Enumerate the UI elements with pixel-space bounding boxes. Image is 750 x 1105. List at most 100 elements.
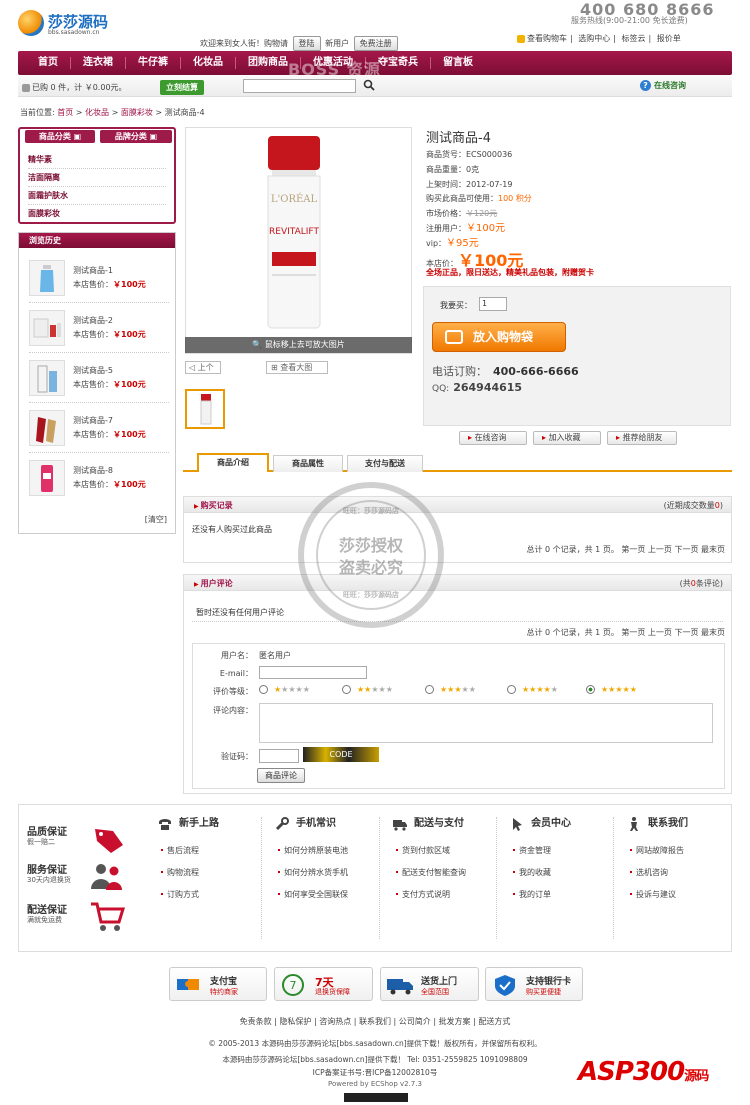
captcha-image[interactable]: CODE: [303, 747, 379, 762]
search-icon[interactable]: [363, 79, 375, 91]
purchase-pager[interactable]: 总计 0 个记录，共 1 页。 第一页 上一页 下一页 最末页: [526, 544, 725, 555]
favorite-button[interactable]: ▸ 加入收藏: [533, 431, 601, 445]
footer-link[interactable]: 订购方式: [157, 889, 267, 911]
email-field[interactable]: [259, 666, 367, 679]
shop-center-link[interactable]: 选购中心: [578, 34, 610, 43]
clear-history-link[interactable]: [清空]: [145, 514, 167, 525]
welcome-bar: 欢迎来到女人街！购物请 登陆 新用户 免费注册: [200, 36, 400, 51]
history-item-name[interactable]: 测试商品-7: [73, 415, 113, 426]
comment-textarea[interactable]: [259, 703, 713, 743]
history-item-name[interactable]: 测试商品-5: [73, 365, 113, 376]
rating-option-2[interactable]: ★★★★★: [342, 685, 393, 694]
rating-option-3[interactable]: ★★★★★: [425, 685, 476, 694]
history-item[interactable]: 测试商品-7 本店售价：￥100元: [29, 407, 169, 453]
footer-link[interactable]: 支付方式说明: [392, 889, 502, 911]
footer-link[interactable]: 我的订单: [509, 889, 619, 911]
site-logo[interactable]: 莎莎源码 bbs.sasadown.cn: [18, 8, 128, 40]
history-item[interactable]: 测试商品-5 本店售价：￥100元: [29, 357, 169, 403]
product-thumbnail[interactable]: [29, 260, 65, 296]
history-item[interactable]: 测试商品-1 本店售价：￥100元: [29, 257, 169, 303]
ecshop-badge[interactable]: [344, 1093, 408, 1102]
view-cart-link[interactable]: 查看购物车: [527, 34, 567, 43]
product-main-image[interactable]: L'ORÉAL REVITALIFT: [185, 127, 412, 354]
bag-icon: [445, 330, 463, 344]
search-input[interactable]: [243, 79, 356, 93]
product-thumbnail[interactable]: [29, 410, 65, 446]
footer-link[interactable]: 如何分辨原装电池: [274, 845, 384, 867]
rating-option-1[interactable]: ★★★★★: [259, 685, 310, 694]
product-thumbnail[interactable]: [29, 310, 65, 346]
footer-link[interactable]: 如何分辨水货手机: [274, 867, 384, 889]
footer-link[interactable]: 我的收藏: [509, 867, 619, 889]
history-item-price: 本店售价：￥100元: [73, 480, 146, 489]
view-large-button[interactable]: ⊞ 查看大图: [266, 361, 328, 374]
tab-product-category[interactable]: 商品分类 ▣: [25, 130, 95, 143]
tab-shipping[interactable]: 支付与配送: [347, 455, 423, 472]
checkout-button[interactable]: 立刻结算: [160, 80, 204, 95]
captcha-label: 验证码：: [221, 752, 253, 761]
category-item[interactable]: 洁面隔离: [28, 169, 166, 187]
breadcrumb: 当前位置: 首页 > 化妆品 > 面膜彩妆 > 测试商品-4: [20, 108, 205, 117]
badge-bankcard[interactable]: 支持银行卡 购买更便捷: [485, 967, 583, 1001]
login-button[interactable]: 登陆: [292, 36, 321, 51]
phone-icon: [159, 819, 171, 830]
footer-link[interactable]: 售后流程: [157, 845, 267, 867]
badge-7days[interactable]: 7 7天 退换货保障: [274, 967, 373, 1001]
history-item-name[interactable]: 测试商品-1: [73, 265, 113, 276]
footer-link[interactable]: 资金管理: [509, 845, 619, 867]
nav-cosmetics[interactable]: 化妆品: [181, 57, 236, 69]
category-item[interactable]: 面膜彩妆: [28, 205, 166, 223]
history-item-name[interactable]: 测试商品-2: [73, 315, 113, 326]
online-consult-link[interactable]: ? 在线咨询: [640, 80, 686, 91]
browse-history: 浏览历史 测试商品-1 本店售价：￥100元 测试商品-2 本店售价：￥100元…: [18, 232, 176, 534]
consult-button[interactable]: ▸ 在线咨询: [459, 431, 527, 445]
breadcrumb-home[interactable]: 首页: [57, 108, 73, 117]
breadcrumb-category[interactable]: 面膜彩妆: [121, 108, 153, 117]
rating-option-5[interactable]: ★★★★★: [586, 685, 637, 694]
footer-link[interactable]: 配送支付智能查询: [392, 867, 502, 889]
category-item[interactable]: 精华素: [28, 151, 166, 169]
add-to-cart-button[interactable]: 放入购物袋: [432, 322, 566, 352]
rating-option-4[interactable]: ★★★★★: [507, 685, 558, 694]
product-thumbnail[interactable]: [29, 460, 65, 496]
nav-home[interactable]: 首页: [26, 57, 71, 69]
comment-form: 用户名： 匿名用户 E-mail： 评价等级： ★★★★★ ★★★★★ ★★★★…: [192, 643, 725, 789]
tag-cloud-link[interactable]: 标签云: [622, 34, 646, 43]
register-button[interactable]: 免费注册: [353, 36, 398, 51]
footer-links[interactable]: 免责条款 | 隐私保护 | 咨询热点 | 联系我们 | 公司简介 | 批发方案 …: [0, 1016, 750, 1027]
captcha-input[interactable]: [259, 749, 299, 763]
footer-link[interactable]: 如何享受全国联保: [274, 889, 384, 911]
nav-dress[interactable]: 连衣裙: [71, 57, 126, 69]
breadcrumb-cosmetics[interactable]: 化妆品: [85, 108, 109, 117]
cart-link[interactable]: 查看购物车: [517, 34, 567, 43]
prev-image-button[interactable]: ◁ 上个: [185, 361, 221, 374]
nav-jeans[interactable]: 牛仔裤: [126, 57, 181, 69]
quote-link[interactable]: 报价单: [657, 34, 681, 43]
submit-comment-button[interactable]: 商品评论: [257, 768, 305, 783]
history-item[interactable]: 测试商品-8 本店售价：￥100元: [29, 457, 169, 503]
footer-link[interactable]: 货到付款区域: [392, 845, 502, 867]
tab-description[interactable]: 商品介绍: [197, 453, 269, 472]
product-thumbnail-selected[interactable]: [185, 389, 225, 429]
footer-link[interactable]: 选机咨询: [626, 867, 736, 889]
badge-delivery[interactable]: 送货上门 全国范围: [380, 967, 479, 1001]
badge-alipay[interactable]: 支付宝 特约商家: [169, 967, 267, 1001]
footer-link[interactable]: 投诉与建议: [626, 889, 736, 911]
history-item[interactable]: 测试商品-2 本店售价：￥100元: [29, 307, 169, 353]
footer-col-newbie: 新手上路 售后流程 购物流程 订购方式: [157, 815, 267, 911]
history-item-name[interactable]: 测试商品-8: [73, 465, 113, 476]
product-thumbnail[interactable]: [29, 360, 65, 396]
breadcrumb-current: 测试商品-4: [164, 108, 205, 117]
footer-link[interactable]: 购物流程: [157, 867, 267, 889]
footer-link[interactable]: 网站故障报告: [626, 845, 736, 867]
quantity-input[interactable]: 1: [479, 297, 507, 311]
category-item[interactable]: 面霜护肤水: [28, 187, 166, 205]
truck-icon: [393, 820, 407, 831]
product-points: 购买此商品可使用：100 积分: [426, 194, 532, 204]
nav-guestbook[interactable]: 留言板: [431, 57, 485, 69]
comments-empty-text: 暂时还没有任何用户评论: [196, 608, 284, 617]
share-button[interactable]: ▸ 推荐给朋友: [607, 431, 677, 445]
tab-attributes[interactable]: 商品属性: [273, 455, 343, 472]
tab-brand-category[interactable]: 品牌分类 ▣: [100, 130, 172, 143]
comments-pager[interactable]: 总计 0 个记录，共 1 页。 第一页 上一页 下一页 最末页: [526, 627, 725, 638]
